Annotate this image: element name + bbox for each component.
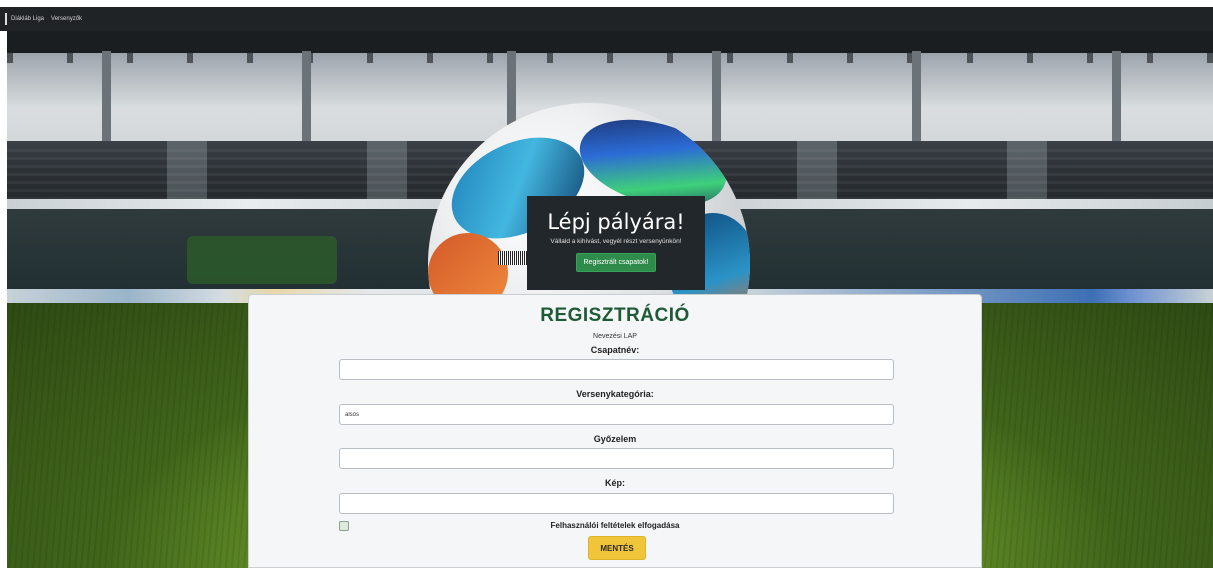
- navbar-brand-link[interactable]: Diákláb Liga: [11, 16, 44, 22]
- category-label: Versenykategória:: [576, 389, 654, 399]
- form-title: REGISZTRÁCIÓ: [540, 305, 690, 326]
- top-strip: [0, 0, 1213, 7]
- wins-label: Győzelem: [593, 434, 637, 444]
- registration-form: REGISZTRÁCIÓ Nevezési LAP Csapatnév: Ver…: [248, 294, 982, 568]
- save-button[interactable]: MENTÉS: [588, 536, 646, 560]
- team-name-label: Csapatnév:: [590, 345, 640, 355]
- hero-title: Lépj pályára!: [547, 210, 685, 234]
- hero-subtitle: Vállald a kihívást, vegyél részt verseny…: [550, 238, 682, 245]
- top-navbar: Diákláb Liga Versenyzők: [0, 7, 1213, 31]
- hero-card: Lépj pályára! Vállald a kihívást, vegyél…: [527, 196, 705, 290]
- team-name-input[interactable]: [339, 359, 894, 380]
- category-input[interactable]: [339, 404, 894, 425]
- navbar-divider: [5, 13, 7, 25]
- wins-input[interactable]: [339, 448, 894, 469]
- terms-label: Felhasználói feltételek elfogadása: [550, 521, 680, 530]
- form-subtitle: Nevezési LAP: [593, 333, 637, 340]
- nav-item-versenyzok[interactable]: Versenyzők: [51, 16, 82, 22]
- image-label: Kép:: [605, 478, 625, 488]
- registered-teams-button[interactable]: Regisztrált csapatok!: [575, 253, 657, 272]
- image-input[interactable]: [339, 493, 894, 514]
